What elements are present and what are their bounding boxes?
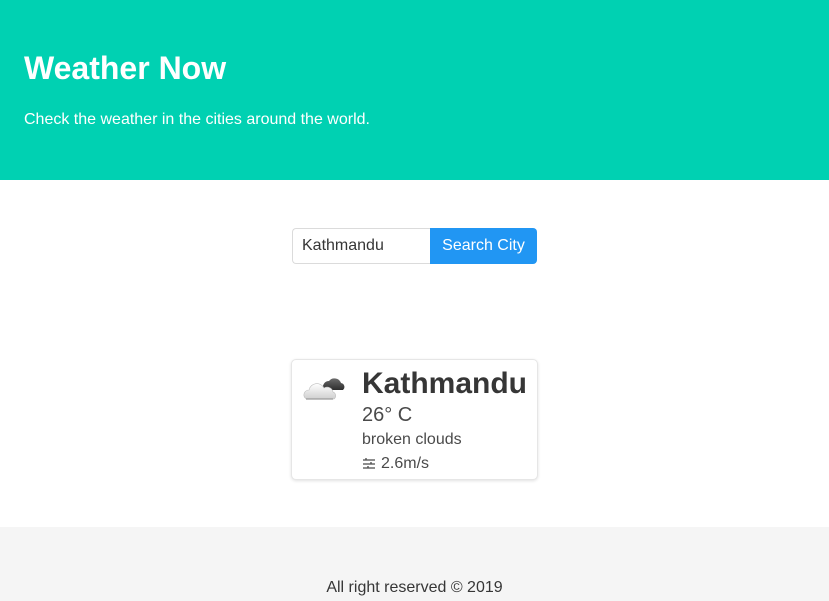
page-subtitle: Check the weather in the cities around t… [24, 111, 370, 128]
temperature: 26° C [362, 404, 413, 426]
search-city-button[interactable]: Search City [430, 228, 537, 264]
city-search-form: Search City [292, 228, 537, 264]
weather-description: broken clouds [362, 431, 462, 448]
footer-copyright: All right reserved © 2019 [326, 579, 503, 596]
wind-icon [362, 457, 376, 471]
weather-card: Kathmandu 26° C broken clouds 2.6m/s [291, 359, 538, 480]
broken-clouds-icon [301, 370, 347, 402]
footer: All right reserved © 2019 [0, 527, 829, 601]
hero-header: Weather Now Check the weather in the cit… [0, 0, 829, 180]
page-title: Weather Now [24, 50, 227, 86]
wind-speed: 2.6m/s [381, 455, 430, 472]
wind-info: 2.6m/s [362, 454, 429, 474]
city-search-input[interactable] [292, 228, 430, 264]
city-name: Kathmandu [362, 367, 527, 400]
